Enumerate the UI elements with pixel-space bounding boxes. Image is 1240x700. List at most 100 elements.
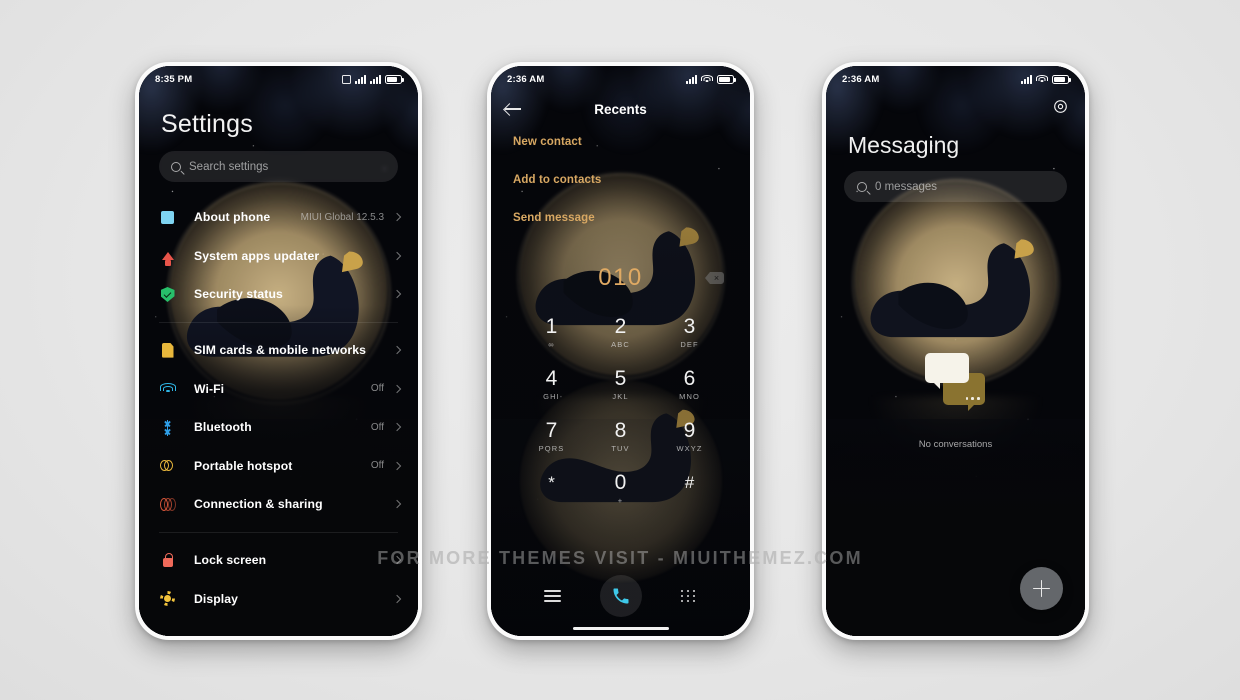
chevron-right-icon [392,384,402,393]
dialer-header: Recents [491,92,750,126]
phone-call-icon[interactable] [599,575,642,617]
search-icon [171,161,181,172]
backspace-icon[interactable] [705,272,724,284]
messaging-phone-frame: 2:36 AM Messaging 0 messages No conversa… [822,62,1089,640]
page-title: Recents [594,101,647,117]
list-item-label: Lock screen [194,553,267,568]
display-brightness-icon [159,590,176,607]
list-item-value: Off [370,460,384,472]
key-7[interactable]: 7 PQRS [517,410,586,462]
wifi-icon [1036,74,1048,84]
key-9[interactable]: 9 WXYZ [655,410,724,462]
list-item-label: Portable hotspot [194,458,293,473]
empty-state-text: No conversations [918,438,993,450]
empty-state: No conversations [826,166,1085,636]
list-item-value: MIUI Global 12.5.3 [300,211,384,223]
chevron-right-icon [392,555,402,565]
key-3[interactable]: 3 DEF [655,306,724,358]
chevron-right-icon [392,290,402,299]
sidebar-item-system-apps-updater[interactable]: System apps updater [139,237,418,276]
key-digit: 1 [545,314,558,338]
lock-icon [159,552,176,569]
chevron-right-icon [392,423,402,432]
status-bar: 2:36 AM [491,66,750,92]
connection-sharing-icon [159,496,176,513]
add-to-contacts-button[interactable]: Add to contacts [513,174,750,186]
sidebar-item-wifi[interactable]: Wi-Fi Off [139,369,418,408]
battery-icon [1052,74,1071,84]
list-item-value: Off [370,383,384,395]
key-4[interactable]: 4 GHI [517,358,586,410]
key-2[interactable]: 2 ABC [586,306,655,358]
keypad-grid-icon[interactable] [680,589,697,603]
key-digit: 9 [683,418,696,442]
status-time: 2:36 AM [842,73,880,85]
gear-icon[interactable] [1052,98,1069,115]
key-letters: DEF [680,339,699,349]
signal-bars-icon [355,74,366,84]
chat-bubbles-icon [924,352,987,411]
dialed-number: 010 [598,264,643,291]
sidebar-item-sim-cards[interactable]: SIM cards & mobile networks [139,331,418,370]
signal-bars-icon [686,74,697,84]
chevron-right-icon [392,345,402,355]
sidebar-item-security-status[interactable]: Security status [139,275,418,314]
settings-screen: 8:35 PM Settings Search settings About p… [139,66,418,636]
list-item-label: About phone [194,210,271,225]
key-5[interactable]: 5 JKL [586,358,655,410]
dialed-number-display: 010 [491,258,750,298]
sidebar-item-display[interactable]: Display [139,579,418,618]
search-placeholder: Search settings [189,160,269,173]
sidebar-item-about-phone[interactable]: About phone MIUI Global 12.5.3 [139,198,418,237]
sidebar-item-portable-hotspot[interactable]: Portable hotspot Off [139,447,418,486]
chevron-right-icon [392,500,402,509]
messaging-screen: 2:36 AM Messaging 0 messages No conversa… [826,66,1085,636]
dialer-screen: 2:36 AM Recents New contact Add to conta… [491,66,750,636]
chevron-right-icon [392,594,402,603]
battery-icon [717,74,736,84]
key-digit: 2 [614,314,627,338]
chevron-right-icon [392,251,402,261]
signal-bars-icon [1021,74,1032,84]
key-digit: 4 [545,366,558,390]
bluetooth-icon [159,419,176,436]
list-item-label: Bluetooth [194,420,252,435]
sidebar-item-bluetooth[interactable]: Bluetooth Off [139,408,418,447]
key-digit: 5 [614,366,627,390]
signal-bars-icon-2 [370,74,381,84]
new-conversation-fab[interactable] [1020,567,1063,610]
status-bar: 2:36 AM [826,66,1085,92]
sim-card-icon [159,342,176,359]
back-arrow-icon[interactable] [505,103,521,115]
security-shield-icon [159,286,176,303]
key-1[interactable]: 1 ∞ [517,306,586,358]
list-item-label: System apps updater [194,248,320,263]
list-item-label: Wi-Fi [194,381,225,396]
list-item-value: Off [370,421,384,433]
chevron-right-icon [392,461,402,471]
sidebar-item-connection-sharing[interactable]: Connection & sharing [139,485,418,524]
key-star[interactable]: * [517,462,586,514]
key-hash[interactable]: # [655,462,724,514]
list-item-label: Display [194,591,239,606]
wifi-icon [159,380,176,397]
dial-keypad: 1 ∞ 2 ABC 3 DEF 4 GHI 5 JKL 6 MNO 7 PQRS… [491,298,750,572]
search-icon [857,181,867,192]
search-input[interactable]: Search settings [159,151,398,182]
key-letters: JKL [612,391,629,401]
sidebar-item-lock-screen[interactable]: Lock screen [139,541,418,580]
menu-lines-icon[interactable] [544,587,562,605]
contact-actions: New contact Add to contacts Send message [491,126,750,250]
key-0[interactable]: 0 + [586,462,655,514]
hotspot-icon [159,457,176,474]
list-item-label: SIM cards & mobile networks [194,343,367,358]
settings-phone-frame: 8:35 PM Settings Search settings About p… [135,62,422,640]
send-message-button[interactable]: Send message [513,212,750,224]
dialer-phone-frame: 2:36 AM Recents New contact Add to conta… [487,62,754,640]
key-6[interactable]: 6 MNO [655,358,724,410]
new-contact-button[interactable]: New contact [513,136,750,148]
page-title: Settings [161,110,253,138]
key-8[interactable]: 8 TUV [586,410,655,462]
key-digit: 7 [545,418,558,442]
list-item-label: Security status [194,287,283,302]
